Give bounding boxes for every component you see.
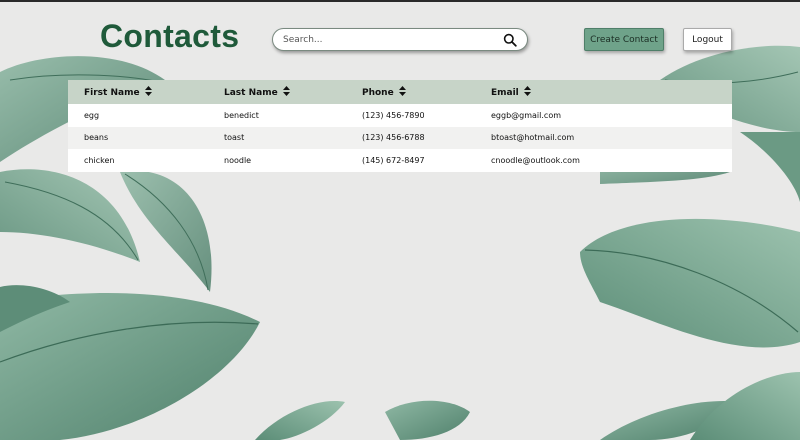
contacts-table: First Name Last Name Phone Email egg ben… — [68, 80, 732, 172]
cell-last-name: benedict — [224, 110, 259, 120]
search-icon[interactable] — [503, 33, 517, 47]
table-row[interactable]: egg benedict (123) 456-7890 eggb@gmail.c… — [68, 104, 732, 127]
column-header-email[interactable]: Email — [491, 86, 531, 98]
cell-email: cnoodle@outlook.com — [491, 155, 580, 165]
cell-phone: (123) 456-6788 — [362, 133, 425, 143]
leaf — [255, 401, 345, 440]
leaf — [580, 218, 800, 348]
page-title: Contacts — [100, 18, 240, 54]
search-input[interactable] — [283, 32, 493, 48]
leaf — [120, 170, 212, 292]
table-header: First Name Last Name Phone Email — [68, 80, 732, 104]
search-bar[interactable] — [272, 28, 528, 51]
cell-email: eggb@gmail.com — [491, 110, 562, 120]
column-header-phone[interactable]: Phone — [362, 86, 406, 98]
cell-last-name: noodle — [224, 155, 252, 165]
leaf — [0, 169, 140, 262]
tropical-leaves-background — [0, 45, 800, 440]
sort-icon[interactable] — [144, 86, 152, 96]
sort-icon[interactable] — [282, 86, 290, 96]
leaf — [385, 400, 470, 440]
logout-button[interactable]: Logout — [683, 28, 732, 51]
sort-icon[interactable] — [398, 86, 406, 96]
column-header-last-name[interactable]: Last Name — [224, 86, 290, 98]
cell-phone: (145) 672-8497 — [362, 155, 425, 165]
cell-email: btoast@hotmail.com — [491, 133, 575, 143]
cell-phone: (123) 456-7890 — [362, 110, 425, 120]
cell-last-name: toast — [224, 133, 245, 143]
create-contact-button[interactable]: Create Contact — [584, 28, 664, 51]
cell-first-name: egg — [84, 110, 100, 120]
leaf — [0, 293, 260, 440]
table-row[interactable]: chicken noodle (145) 672-8497 cnoodle@ou… — [68, 149, 732, 172]
leaf — [740, 132, 800, 202]
cell-first-name: beans — [84, 133, 109, 143]
column-header-first-name[interactable]: First Name — [84, 86, 152, 98]
sort-icon[interactable] — [523, 86, 531, 96]
cell-first-name: chicken — [84, 155, 115, 165]
table-row[interactable]: beans toast (123) 456-6788 btoast@hotmai… — [68, 126, 732, 149]
